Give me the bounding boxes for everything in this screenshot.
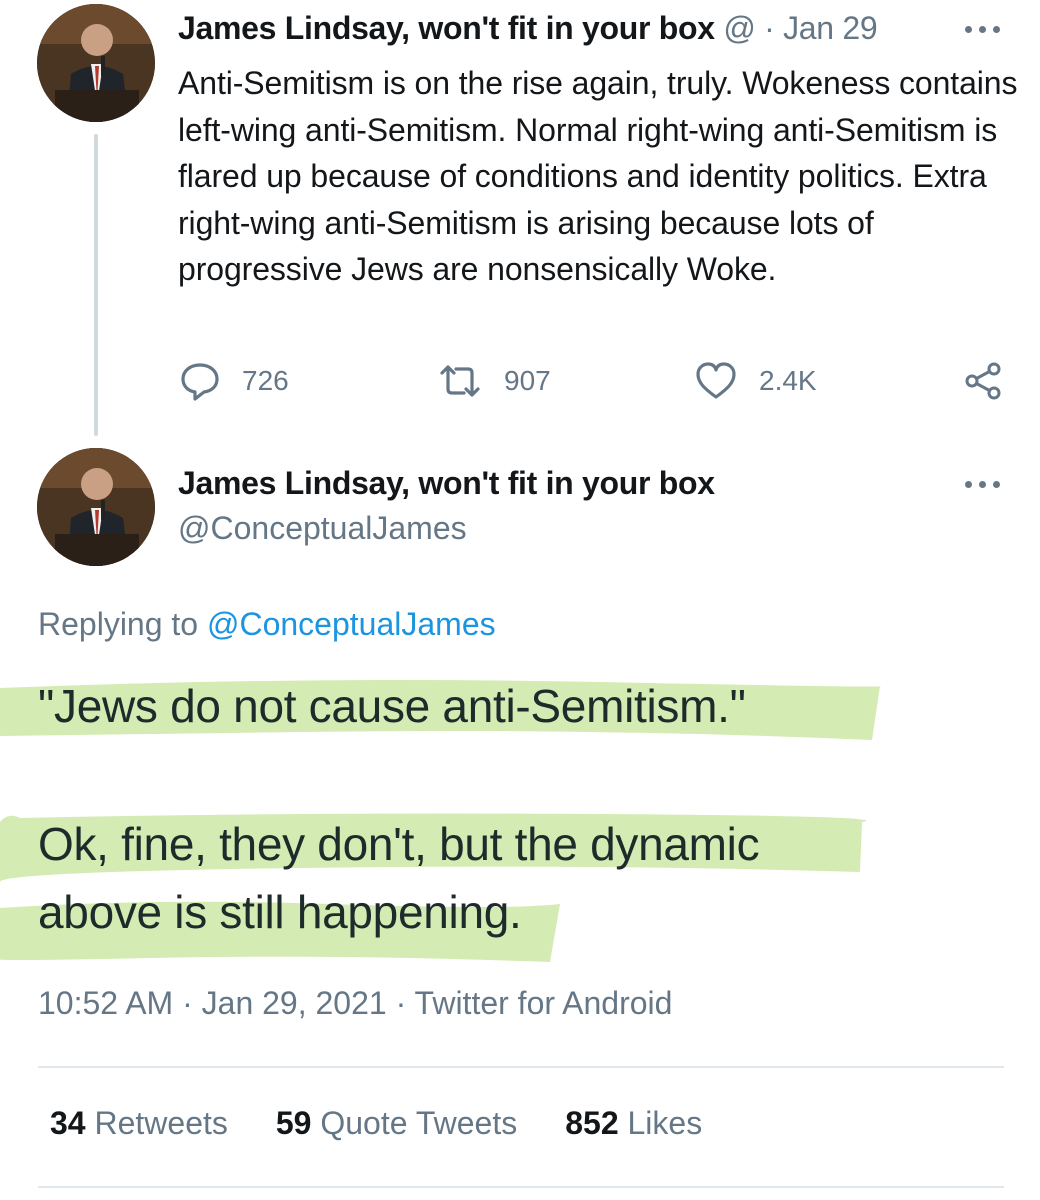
heart-icon [696, 362, 736, 399]
like-button[interactable]: 2.4K [695, 361, 817, 401]
retweet-button[interactable]: 907 [438, 361, 551, 401]
divider [38, 1066, 1004, 1068]
replying-prefix: Replying to [38, 606, 199, 642]
author-name[interactable]: James Lindsay, won't fit in your box [178, 465, 715, 502]
retweets-count: 34 [50, 1105, 86, 1141]
avatar[interactable] [37, 4, 155, 122]
avatar[interactable] [37, 448, 155, 566]
separator: · [182, 985, 193, 1021]
tweet-text-line: above is still happening. [38, 886, 522, 938]
more-options-button[interactable] [963, 17, 1003, 41]
author-handle[interactable]: @ [723, 10, 755, 46]
retweet-icon [440, 365, 480, 397]
replying-to: Replying to @ConceptualJames [38, 606, 496, 643]
reply-count: 726 [242, 365, 289, 396]
author-name-text: James Lindsay, won't fit in your box [178, 10, 715, 46]
retweet-count: 907 [504, 365, 551, 396]
engagement-stats: 34 Retweets 59 Quote Tweets 852 Likes [50, 1105, 702, 1142]
more-options-button[interactable] [963, 472, 1003, 496]
like-count: 2.4K [759, 365, 817, 396]
tweet-date[interactable]: Jan 29, 2021 [202, 985, 387, 1021]
likes-label: Likes [627, 1105, 703, 1141]
tweet-text-line: "Jews do not cause anti-Semitism." [38, 680, 746, 732]
likes-stat[interactable]: 852 Likes [565, 1105, 702, 1142]
reply-icon [181, 363, 219, 401]
retweets-label: Retweets [94, 1105, 228, 1141]
share-button[interactable] [963, 361, 1025, 401]
tweet-date[interactable]: Jan 29 [783, 10, 878, 46]
tweet-timestamp: 10:52 AM · Jan 29, 2021 · Twitter for An… [38, 985, 672, 1022]
quote-tweets-stat[interactable]: 59 Quote Tweets [276, 1105, 517, 1142]
share-icon [965, 362, 1001, 400]
tweet-text: Anti-Semitism is on the rise again, trul… [178, 65, 1018, 287]
separator: · [764, 10, 775, 46]
replying-handle-link[interactable]: @ConceptualJames [207, 606, 496, 642]
author-handle[interactable]: @ConceptualJames [178, 510, 467, 547]
tweet-text-line: Ok, fine, they don't, but the dynamic [38, 818, 760, 870]
quotes-count: 59 [275, 1105, 312, 1141]
separator: · [395, 985, 407, 1021]
author-name[interactable]: James Lindsay, won't fit in your box @ ·… [178, 10, 878, 47]
thread-line [94, 134, 98, 436]
retweets-stat[interactable]: 34 Retweets [50, 1105, 228, 1142]
divider [38, 1186, 1004, 1188]
avatar-photo [37, 4, 155, 122]
likes-count: 852 [565, 1105, 619, 1141]
avatar-photo [37, 448, 155, 566]
tweet-time[interactable]: 10:52 AM [38, 985, 173, 1021]
reply-button[interactable]: 726 [180, 361, 289, 401]
quotes-label: Quote Tweets [320, 1105, 518, 1141]
tweet-source[interactable]: Twitter for Android [415, 985, 673, 1021]
